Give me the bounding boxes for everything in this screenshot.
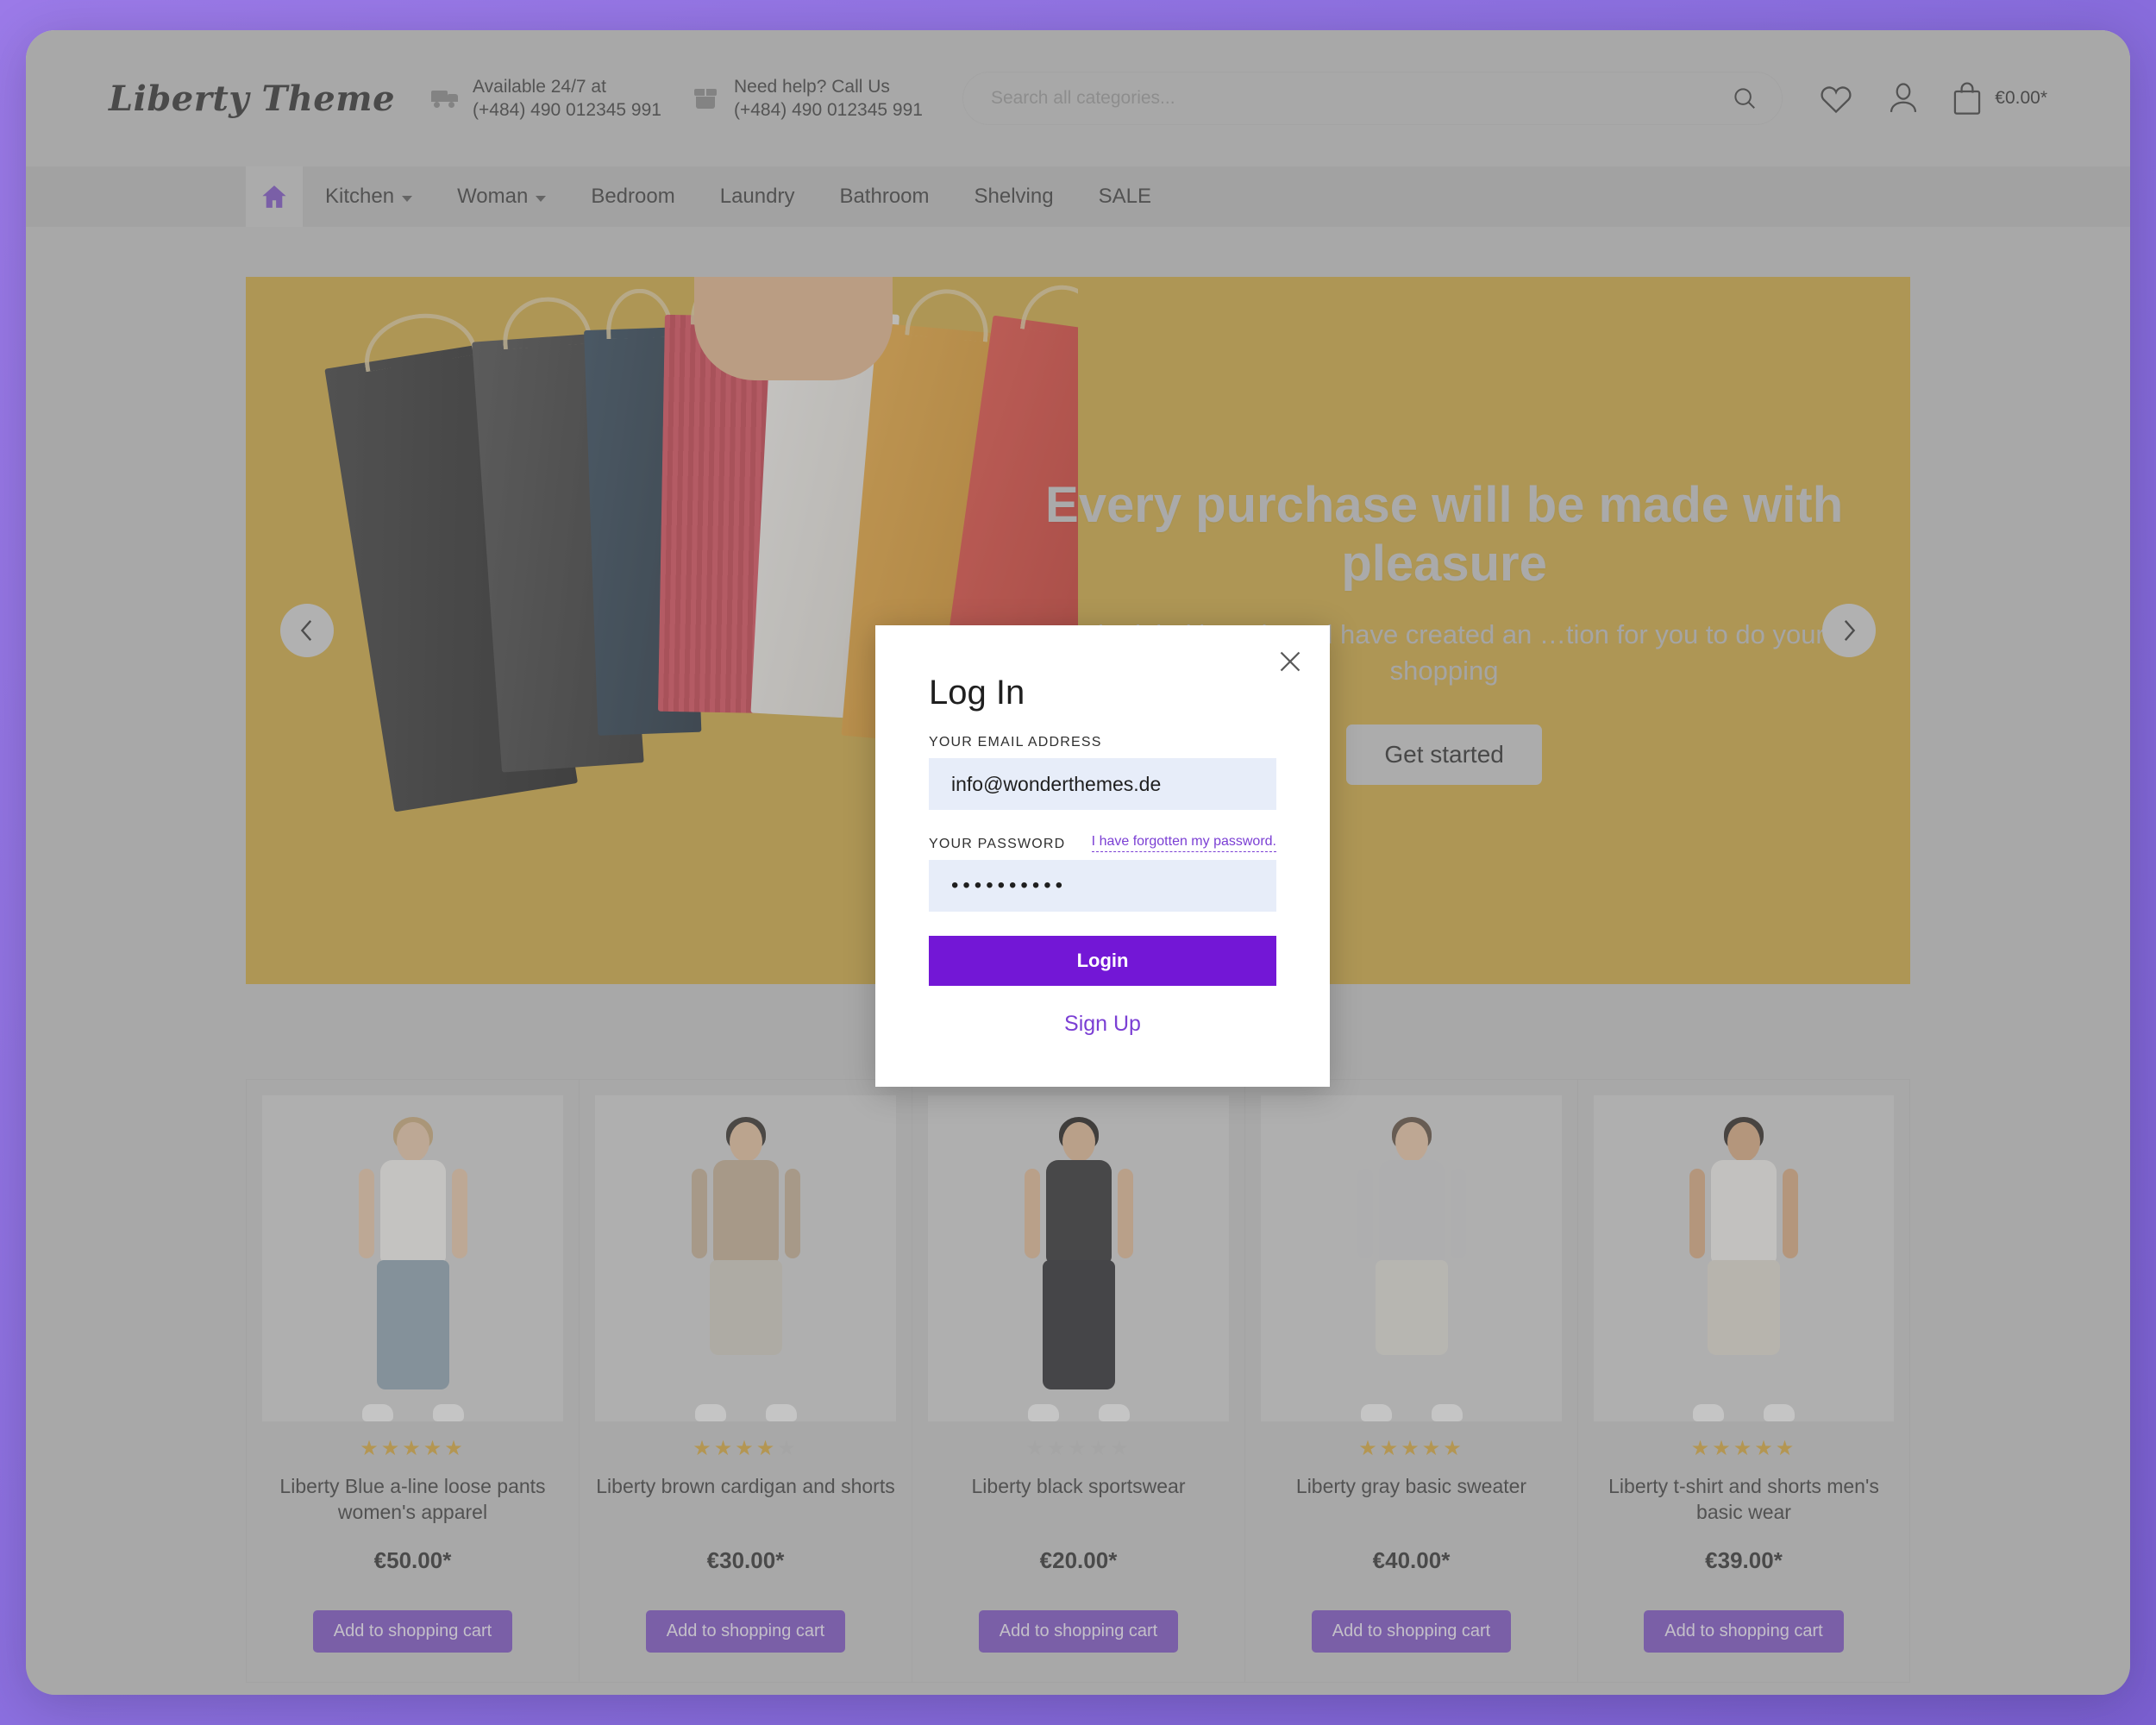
modal-title: Log In <box>929 674 1025 712</box>
password-field-label: YOUR PASSWORD <box>929 837 1066 851</box>
email-field[interactable] <box>929 758 1276 810</box>
forgot-password-link[interactable]: I have forgotten my password. <box>1091 834 1276 852</box>
password-field[interactable] <box>929 860 1276 912</box>
login-button[interactable]: Login <box>929 936 1276 986</box>
password-label-row: YOUR PASSWORD I have forgotten my passwo… <box>929 834 1276 852</box>
close-icon[interactable] <box>1273 644 1307 679</box>
email-field-label: YOUR EMAIL ADDRESS <box>929 735 1102 750</box>
browser-page: Liberty Theme Available 24/7 at (+484) 4… <box>26 30 2130 1695</box>
signup-link[interactable]: Sign Up <box>929 1012 1276 1037</box>
login-modal: Log In YOUR EMAIL ADDRESS YOUR PASSWORD … <box>875 625 1330 1087</box>
